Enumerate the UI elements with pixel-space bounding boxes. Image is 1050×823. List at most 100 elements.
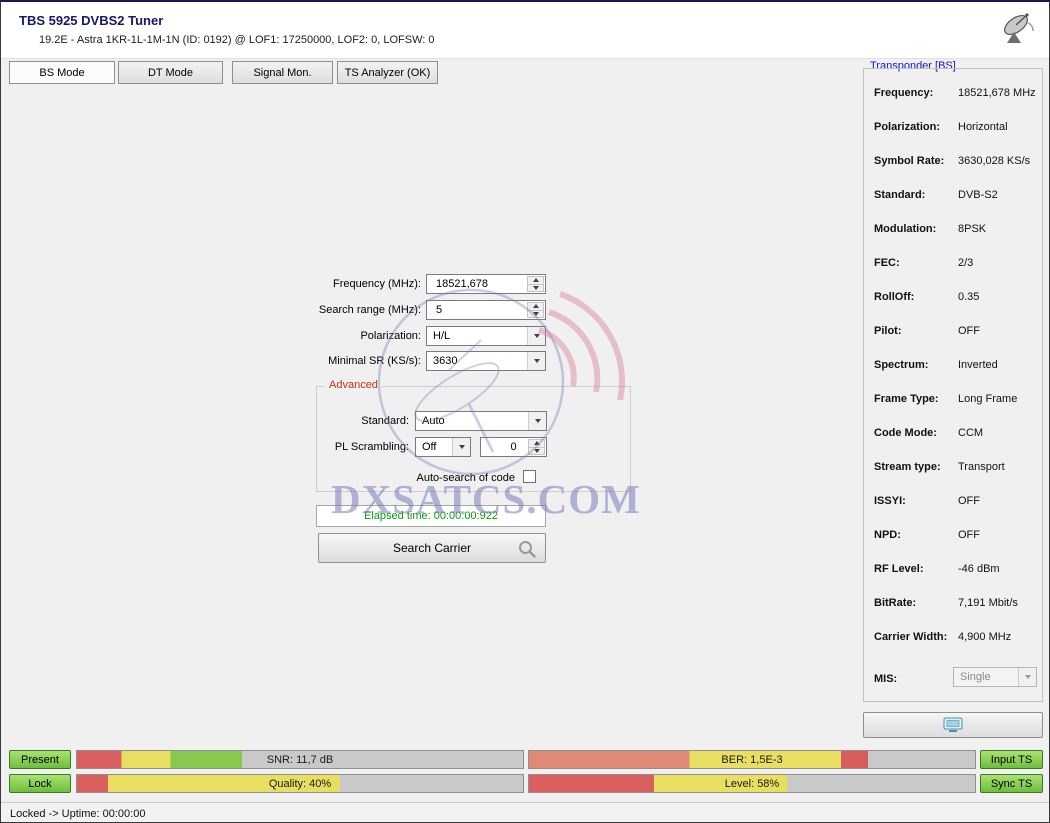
- field-label: Frequency:: [874, 87, 958, 99]
- transponder-row: BitRate:7,191 Mbit/s: [874, 597, 1038, 609]
- transponder-capture-button[interactable]: [863, 712, 1043, 738]
- transponder-row: Polarization:Horizontal: [874, 121, 1038, 133]
- ber-meter-label: BER: 1,5E-3: [529, 751, 975, 768]
- input-ts-label: Input TS: [991, 754, 1032, 766]
- tab-label: TS Analyzer (OK): [345, 67, 431, 79]
- ber-meter: BER: 1,5E-3: [528, 750, 976, 769]
- minimal-sr-label: Minimal SR (KS/s):: [271, 355, 421, 367]
- field-label: BitRate:: [874, 597, 958, 609]
- search-carrier-label: Search Carrier: [393, 541, 471, 555]
- arrow-down-icon: [533, 312, 539, 316]
- pl-code-input[interactable]: 0: [480, 437, 547, 457]
- minimal-sr-select[interactable]: 3630: [426, 351, 546, 371]
- frequency-value: 18521,678: [436, 278, 488, 290]
- magnifier-icon: [517, 539, 537, 559]
- selected-value: Auto: [422, 415, 445, 427]
- field-label: Modulation:: [874, 223, 958, 235]
- field-value: 7,191 Mbit/s: [958, 597, 1018, 609]
- selected-value: Single: [960, 671, 991, 683]
- field-value: 2/3: [958, 257, 973, 269]
- tab-bs-mode[interactable]: BS Mode: [9, 61, 115, 84]
- satellite-info-subtitle: 19.2E - Astra 1KR-1L-1M-1N (ID: 0192) @ …: [39, 34, 435, 46]
- field-label: Pilot:: [874, 325, 958, 337]
- search-range-value: 5: [436, 304, 442, 316]
- advanced-group-title: Advanced: [325, 379, 382, 391]
- field-value: CCM: [958, 427, 983, 439]
- arrow-down-icon: [533, 286, 539, 290]
- spin-up-button[interactable]: [527, 302, 544, 311]
- field-value: Transport: [958, 461, 1005, 473]
- pl-scrambling-label: PL Scrambling:: [317, 441, 409, 453]
- standard-label: Standard:: [317, 415, 409, 427]
- elapsed-time-bar: Elapsed time: 00:00:00:922: [316, 505, 546, 527]
- selected-value: Off: [422, 441, 436, 453]
- capture-icon: [943, 717, 963, 733]
- auto-search-checkbox[interactable]: [523, 470, 536, 483]
- transponder-row: Frame Type:Long Frame: [874, 393, 1038, 405]
- field-label: Frame Type:: [874, 393, 958, 405]
- transponder-row: RollOff:0.35: [874, 291, 1038, 303]
- mis-select[interactable]: Single: [953, 667, 1037, 687]
- field-value: Horizontal: [958, 121, 1008, 133]
- arrow-up-icon: [533, 278, 539, 282]
- level-meter-label: Level: 58%: [529, 775, 975, 792]
- field-value: Inverted: [958, 359, 998, 371]
- spin-down-button[interactable]: [527, 311, 544, 319]
- field-value: OFF: [958, 495, 980, 507]
- selected-value: H/L: [433, 330, 450, 342]
- search-carrier-button[interactable]: Search Carrier: [318, 533, 546, 563]
- transponder-row: Code Mode:CCM: [874, 427, 1038, 439]
- standard-select[interactable]: Auto: [415, 411, 547, 431]
- field-label: ISSYI:: [874, 495, 958, 507]
- pl-scrambling-select[interactable]: Off: [415, 437, 471, 457]
- arrow-down-icon: [534, 449, 540, 453]
- field-label: Standard:: [874, 189, 958, 201]
- app-title: TBS 5925 DVBS2 Tuner: [19, 13, 163, 28]
- transponder-row: Carrier Width:4,900 MHz: [874, 631, 1038, 643]
- tab-dt-mode[interactable]: DT Mode: [118, 61, 223, 84]
- level-meter: Level: 58%: [528, 774, 976, 793]
- transponder-row: FEC:2/3: [874, 257, 1038, 269]
- sync-ts-indicator: Sync TS: [980, 774, 1043, 793]
- tab-ts-analyzer[interactable]: TS Analyzer (OK): [337, 61, 438, 84]
- tab-signal-mon[interactable]: Signal Mon.: [232, 61, 333, 84]
- selected-value: 3630: [433, 355, 457, 367]
- transponder-row: Modulation:8PSK: [874, 223, 1038, 235]
- spin-up-button[interactable]: [528, 439, 545, 448]
- header: TBS 5925 DVBS2 Tuner 19.2E - Astra 1KR-1…: [1, 2, 1049, 59]
- field-label: Stream type:: [874, 461, 958, 473]
- field-value: 18521,678 MHz: [958, 87, 1036, 99]
- transponder-row: Standard:DVB-S2: [874, 189, 1038, 201]
- field-label: Spectrum:: [874, 359, 958, 371]
- quality-meter-label: Quality: 40%: [77, 775, 523, 792]
- field-label: Symbol Rate:: [874, 155, 958, 167]
- snr-meter-label: SNR: 11,7 dB: [77, 751, 523, 768]
- frequency-input[interactable]: 18521,678: [426, 274, 546, 294]
- field-value: 0.35: [958, 291, 979, 303]
- polarization-select[interactable]: H/L: [426, 326, 546, 346]
- satellite-dish-icon: [999, 11, 1037, 47]
- elapsed-time-text: Elapsed time: 00:00:00:922: [364, 510, 498, 522]
- auto-search-label: Auto-search of code: [327, 472, 515, 484]
- sync-ts-label: Sync TS: [991, 778, 1032, 790]
- field-value: OFF: [958, 529, 980, 541]
- transponder-row: Pilot:OFF: [874, 325, 1038, 337]
- app-window: TBS 5925 DVBS2 Tuner 19.2E - Astra 1KR-1…: [0, 0, 1050, 823]
- field-label: RF Level:: [874, 563, 958, 575]
- transponder-row: ISSYI:OFF: [874, 495, 1038, 507]
- search-range-label: Search range (MHz):: [271, 304, 421, 316]
- field-label: Code Mode:: [874, 427, 958, 439]
- pl-code-stepper: [528, 439, 545, 455]
- transponder-row: Spectrum:Inverted: [874, 359, 1038, 371]
- status-bar-text: Locked -> Uptime: 00:00:00: [10, 808, 145, 820]
- present-label: Present: [21, 754, 59, 766]
- spin-down-button[interactable]: [527, 285, 544, 293]
- mis-label: MIS:: [874, 673, 958, 685]
- search-range-input[interactable]: 5: [426, 300, 546, 320]
- field-label: FEC:: [874, 257, 958, 269]
- chevron-down-icon: [527, 352, 545, 370]
- arrow-up-icon: [534, 441, 540, 445]
- spin-up-button[interactable]: [527, 276, 544, 285]
- input-ts-indicator: Input TS: [980, 750, 1043, 769]
- spin-down-button[interactable]: [528, 448, 545, 456]
